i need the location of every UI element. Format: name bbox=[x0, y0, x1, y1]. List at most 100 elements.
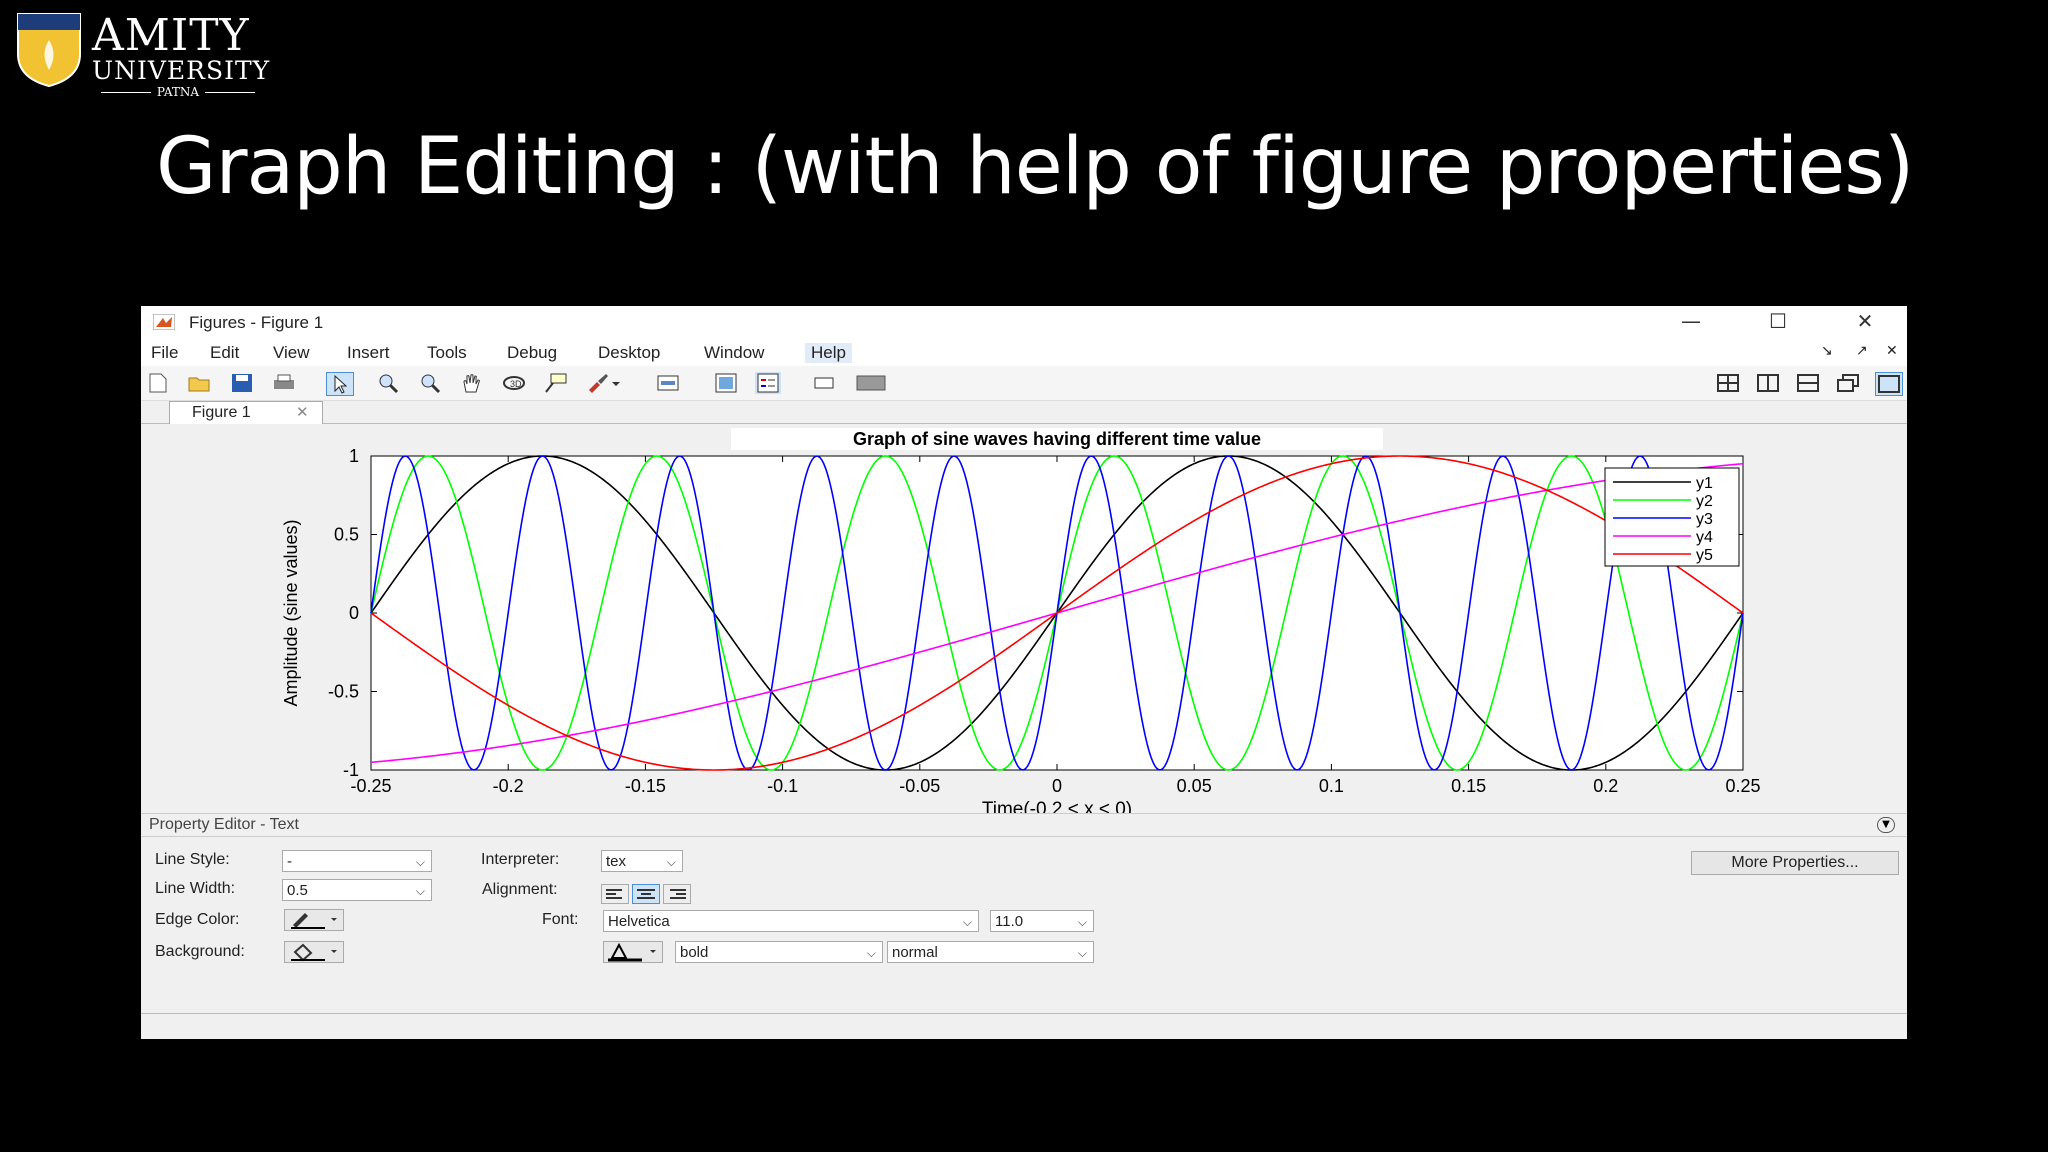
logo-name: AMITY bbox=[92, 10, 250, 61]
window-title: Figures - Figure 1 bbox=[189, 313, 324, 332]
print-icon[interactable] bbox=[271, 372, 297, 394]
edge-color-label: Edge Color: bbox=[155, 911, 240, 928]
brush-dropdown-icon[interactable] bbox=[609, 372, 623, 394]
y-tick-label: -1 bbox=[343, 760, 359, 780]
legend-label: y4 bbox=[1696, 529, 1713, 546]
chevron-down-icon: ⌵ bbox=[1077, 946, 1087, 960]
show-plot-tools-icon[interactable] bbox=[855, 372, 887, 394]
link-plot-icon[interactable] bbox=[655, 372, 681, 394]
chevron-down-icon: ⌵ bbox=[666, 855, 676, 869]
dock-icon[interactable]: ↗ bbox=[1856, 342, 1868, 359]
y-tick-label: 0.5 bbox=[334, 525, 359, 545]
legend-label: y5 bbox=[1696, 547, 1713, 564]
brush-icon[interactable] bbox=[585, 372, 611, 394]
chevron-down-icon: ⌵ bbox=[866, 946, 876, 960]
save-icon[interactable] bbox=[229, 372, 255, 394]
close-figure-icon[interactable]: ✕ bbox=[1886, 342, 1898, 359]
font-weight-value: bold bbox=[680, 944, 709, 961]
font-size-select[interactable]: 11.0 ⌵ bbox=[990, 910, 1094, 932]
x-tick-label: 0.25 bbox=[1725, 776, 1760, 796]
rotate-3d-icon[interactable]: 3D bbox=[501, 372, 527, 394]
menu-debug[interactable]: Debug bbox=[507, 343, 557, 363]
undock-icon[interactable]: ↘ bbox=[1821, 342, 1833, 359]
data-cursor-icon[interactable] bbox=[543, 372, 569, 394]
x-tick-label: 0.1 bbox=[1319, 776, 1344, 796]
minimize-button[interactable]: — bbox=[1661, 308, 1721, 336]
tile-top-bottom-icon[interactable] bbox=[1795, 372, 1821, 394]
interpreter-value: tex bbox=[606, 853, 627, 870]
tab-close-icon[interactable]: ✕ bbox=[296, 403, 309, 421]
pen-icon bbox=[291, 913, 337, 929]
chevron-down-icon: ⌵ bbox=[415, 884, 425, 898]
font-family-select[interactable]: Helvetica ⌵ bbox=[603, 910, 979, 932]
interpreter-select[interactable]: tex ⌵ bbox=[601, 850, 683, 872]
pan-hand-icon[interactable] bbox=[459, 372, 485, 394]
legend-label: y3 bbox=[1696, 511, 1713, 528]
menu-bar: File Edit View Insert Tools Debug Deskto… bbox=[141, 338, 1907, 366]
logo-subtitle: UNIVERSITY bbox=[92, 56, 271, 85]
interpreter-label: Interpreter: bbox=[481, 851, 560, 868]
tab-figure-1[interactable]: Figure 1 ✕ bbox=[169, 401, 323, 424]
open-file-icon[interactable] bbox=[187, 372, 213, 394]
close-button[interactable]: ✕ bbox=[1835, 308, 1895, 336]
menu-edit[interactable]: Edit bbox=[210, 343, 239, 363]
menu-view[interactable]: View bbox=[273, 343, 310, 363]
hide-plot-tools-icon[interactable] bbox=[811, 372, 837, 394]
menu-insert[interactable]: Insert bbox=[347, 343, 390, 363]
menu-desktop[interactable]: Desktop bbox=[598, 343, 660, 363]
tile-left-right-icon[interactable] bbox=[1755, 372, 1781, 394]
maximize-button[interactable]: ☐ bbox=[1748, 308, 1808, 336]
line-width-label: Line Width: bbox=[155, 880, 236, 897]
toolbar: 3D bbox=[141, 366, 1907, 401]
zoom-out-icon[interactable] bbox=[417, 372, 443, 394]
y-tick-label: -0.5 bbox=[328, 682, 359, 702]
logo-place: PATNA bbox=[92, 85, 264, 99]
align-center-button[interactable] bbox=[632, 884, 660, 904]
figure-window: Figures - Figure 1 — ☐ ✕ File Edit View … bbox=[141, 306, 1907, 1039]
menu-tools[interactable]: Tools bbox=[427, 343, 467, 363]
x-tick-label: -0.15 bbox=[625, 776, 666, 796]
title-bar: Figures - Figure 1 — ☐ ✕ bbox=[141, 306, 1907, 338]
float-window-icon[interactable] bbox=[1835, 372, 1861, 394]
x-tick-label: -0.05 bbox=[899, 776, 940, 796]
x-tick-label: -0.2 bbox=[493, 776, 524, 796]
matlab-icon bbox=[153, 314, 175, 330]
font-color-button[interactable] bbox=[603, 941, 663, 963]
line-width-select[interactable]: 0.5 ⌵ bbox=[282, 879, 432, 901]
y-axis-label: Amplitude (sine values) bbox=[281, 519, 301, 706]
x-tick-label: 0 bbox=[1052, 776, 1062, 796]
align-center-icon bbox=[637, 889, 655, 899]
more-properties-button[interactable]: More Properties... bbox=[1691, 851, 1899, 875]
menu-help[interactable]: Help bbox=[805, 343, 852, 363]
tile-2x2-icon[interactable] bbox=[1715, 372, 1741, 394]
line-style-select[interactable]: - ⌵ bbox=[282, 850, 432, 872]
font-angle-select[interactable]: normal ⌵ bbox=[887, 941, 1094, 963]
line-style-value: - bbox=[287, 853, 292, 870]
font-weight-select[interactable]: bold ⌵ bbox=[675, 941, 883, 963]
chevron-down-icon: ⌵ bbox=[415, 855, 425, 869]
font-family-value: Helvetica bbox=[608, 913, 670, 930]
font-label: Font: bbox=[542, 911, 579, 928]
menu-file[interactable]: File bbox=[151, 343, 178, 363]
collapse-icon[interactable]: ▼ bbox=[1877, 817, 1895, 833]
new-figure-icon[interactable] bbox=[145, 372, 171, 394]
align-right-button[interactable] bbox=[663, 884, 691, 904]
align-left-button[interactable] bbox=[601, 884, 629, 904]
property-editor: Line Style: - ⌵ Line Width: 0.5 ⌵ Edge Col… bbox=[141, 837, 1907, 1014]
colorbar-icon[interactable] bbox=[713, 372, 739, 394]
shield-icon bbox=[17, 13, 81, 88]
sine-chart[interactable]: Graph of sine waves having different tim… bbox=[141, 424, 1907, 822]
legend-label: y1 bbox=[1696, 475, 1713, 492]
maximize-tile-icon[interactable] bbox=[1875, 372, 1903, 396]
chevron-down-icon: ⌵ bbox=[1077, 915, 1087, 929]
legend-icon[interactable] bbox=[755, 372, 781, 394]
amity-logo: AMITY UNIVERSITY PATNA bbox=[14, 10, 269, 99]
background-label: Background: bbox=[155, 943, 245, 960]
background-color-button[interactable] bbox=[284, 941, 344, 963]
menu-window[interactable]: Window bbox=[704, 343, 764, 363]
edit-plot-arrow-icon[interactable] bbox=[326, 372, 354, 396]
align-right-icon bbox=[670, 889, 686, 899]
figure-tabs: Figure 1 ✕ bbox=[141, 401, 1907, 424]
zoom-in-icon[interactable] bbox=[375, 372, 401, 394]
edge-color-button[interactable] bbox=[284, 909, 344, 931]
